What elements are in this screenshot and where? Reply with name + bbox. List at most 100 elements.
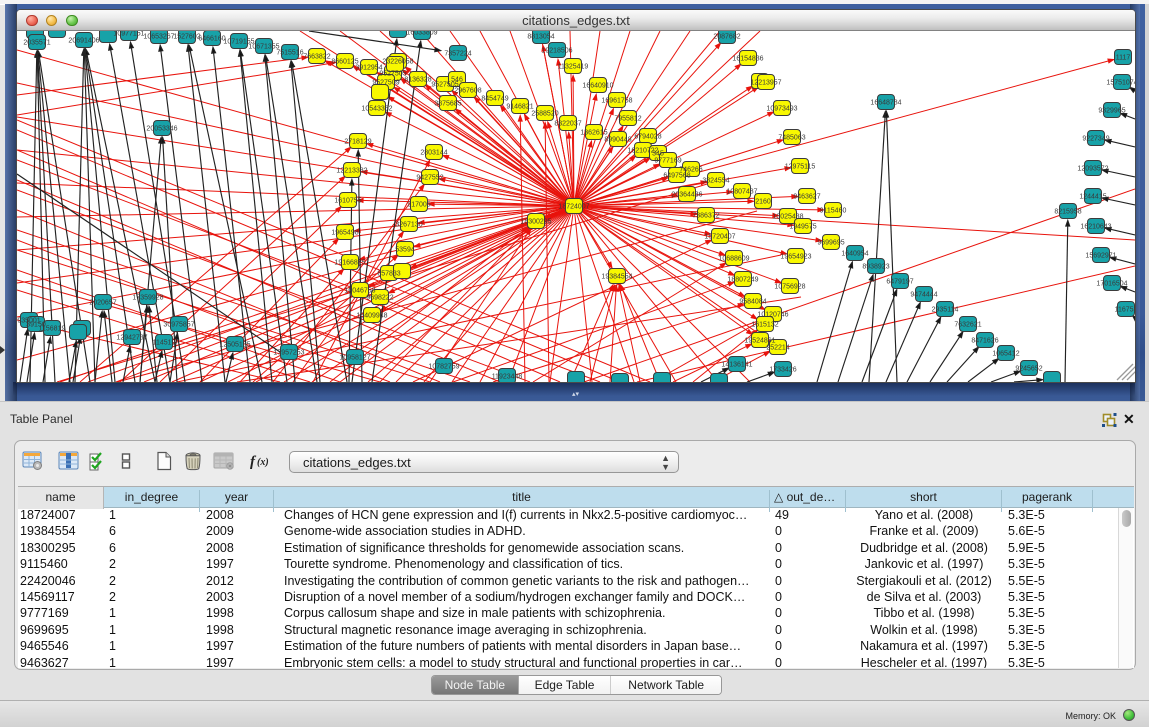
svg-text:12093572: 12093572 xyxy=(1077,166,1108,173)
svg-text:114519: 114519 xyxy=(153,340,176,347)
svg-text:14136141: 14136141 xyxy=(721,362,752,369)
svg-text:1065412: 1065412 xyxy=(992,351,1019,358)
svg-text:1362615: 1362615 xyxy=(580,130,607,137)
svg-text:252214: 252214 xyxy=(766,345,789,352)
svg-text:3267130: 3267130 xyxy=(395,222,422,229)
svg-text:7663822: 7663822 xyxy=(303,54,330,61)
svg-text:2087682: 2087682 xyxy=(713,34,740,41)
svg-text:17359928: 17359928 xyxy=(132,295,163,302)
svg-text:7955812: 7955812 xyxy=(614,116,641,123)
svg-text:16033809: 16033809 xyxy=(406,31,437,37)
svg-text:16409948: 16409948 xyxy=(356,313,387,320)
svg-text:(x): (x) xyxy=(257,457,269,468)
svg-text:12213382: 12213382 xyxy=(336,168,367,175)
svg-text:11923448: 11923448 xyxy=(492,374,523,381)
svg-text:1244415: 1244415 xyxy=(1079,194,1106,201)
svg-text:345: 345 xyxy=(652,151,664,158)
svg-text:917005: 917005 xyxy=(407,202,430,209)
svg-text:1733426: 1733426 xyxy=(769,367,796,374)
svg-text:7386372: 7386372 xyxy=(692,213,719,220)
svg-text:16640910: 16640910 xyxy=(582,83,613,90)
svg-text:30975857: 30975857 xyxy=(163,322,194,329)
svg-text:9146821: 9146821 xyxy=(506,104,533,111)
svg-text:19166825: 19166825 xyxy=(334,260,365,267)
svg-text:12213957: 12213957 xyxy=(750,80,781,87)
svg-text:6479197: 6479197 xyxy=(886,279,913,286)
svg-text:16154836: 16154836 xyxy=(732,56,763,63)
svg-text:16210643: 16210643 xyxy=(1080,224,1111,231)
svg-text:12505135: 12505135 xyxy=(219,342,250,349)
svg-text:10025438: 10025438 xyxy=(772,214,803,221)
svg-text:8215958: 8215958 xyxy=(1054,209,1081,216)
svg-text:12942737: 12942737 xyxy=(116,335,147,342)
svg-text:2803144: 2803144 xyxy=(420,150,447,157)
svg-text:7357224: 7357224 xyxy=(444,51,471,58)
svg-text:1156819: 1156819 xyxy=(39,326,66,333)
svg-text:6794028: 6794028 xyxy=(634,134,661,141)
svg-text:10958127: 10958127 xyxy=(339,355,370,362)
svg-text:19218506: 19218506 xyxy=(541,48,572,55)
svg-text:857833: 857833 xyxy=(377,271,400,278)
svg-text:2588520: 2588520 xyxy=(531,111,558,118)
svg-text:8471626: 8471626 xyxy=(971,338,998,345)
svg-text:10756928: 10756928 xyxy=(774,284,805,291)
svg-text:8813054: 8813054 xyxy=(527,34,554,41)
svg-text:9329965: 9329965 xyxy=(1098,108,1125,115)
svg-text:9527509: 9527509 xyxy=(372,80,399,87)
svg-text:20364436: 20364436 xyxy=(671,192,702,199)
svg-text:9227349: 9227349 xyxy=(1082,136,1109,143)
svg-text:7515516: 7515516 xyxy=(276,50,303,57)
svg-text:9699695: 9699695 xyxy=(817,240,844,247)
svg-text:8454749: 8454749 xyxy=(481,96,508,103)
svg-text:9527505: 9527505 xyxy=(379,71,406,78)
svg-text:116753: 116753 xyxy=(1115,307,1135,314)
svg-text:9777169: 9777169 xyxy=(654,158,681,165)
svg-text:9463627: 9463627 xyxy=(793,194,820,201)
svg-text:6497568: 6497568 xyxy=(663,173,690,180)
svg-text:6466160: 6466160 xyxy=(198,36,225,43)
svg-text:8136328: 8136328 xyxy=(404,77,431,84)
svg-text:1615132: 1615132 xyxy=(751,322,778,329)
svg-text:11325419: 11325419 xyxy=(558,64,589,71)
svg-text:8990448: 8990448 xyxy=(604,137,631,144)
svg-text:20053346: 20053346 xyxy=(146,126,177,133)
svg-text:18300295: 18300295 xyxy=(520,219,551,226)
svg-text:19654923: 19654923 xyxy=(780,254,811,261)
svg-text:10688609: 10688609 xyxy=(718,256,749,263)
svg-text:1117: 1117 xyxy=(1116,55,1131,62)
svg-text:10046758: 10046758 xyxy=(344,288,375,295)
svg-text:9474444: 9474444 xyxy=(910,292,937,299)
svg-text:2967608: 2967608 xyxy=(454,88,481,95)
svg-text:15720407: 15720407 xyxy=(704,234,735,241)
svg-text:9245652: 9245652 xyxy=(1015,366,1042,373)
svg-text:10671355: 10671355 xyxy=(248,44,279,51)
svg-text:9427552: 9427552 xyxy=(416,175,443,182)
svg-text:23226058: 23226058 xyxy=(382,59,413,66)
svg-text:16648784: 16648784 xyxy=(870,100,901,107)
svg-text:10807487: 10807487 xyxy=(726,189,757,196)
svg-text:1610755: 1610755 xyxy=(334,198,361,205)
svg-text:10782759: 10782759 xyxy=(428,364,459,371)
svg-text:8938923: 8938923 xyxy=(862,264,889,271)
svg-text:17957253: 17957253 xyxy=(273,350,304,357)
svg-text:2020657: 2020657 xyxy=(89,300,116,307)
svg-text:7632621: 7632621 xyxy=(954,322,981,329)
svg-text:2035571: 2035571 xyxy=(23,40,50,47)
svg-text:18724007: 18724007 xyxy=(558,204,589,211)
svg-text:10977151: 10977151 xyxy=(113,31,144,38)
svg-text:8322037: 8322037 xyxy=(554,121,581,128)
svg-text:1965498: 1965498 xyxy=(331,230,358,237)
svg-text:9584084: 9584084 xyxy=(739,299,766,306)
svg-text:3824554: 3824554 xyxy=(702,178,729,185)
svg-text:17016504: 17016504 xyxy=(1096,281,1127,288)
svg-text:15751074: 15751074 xyxy=(1106,80,1135,87)
svg-text:15692971: 15692971 xyxy=(1085,253,1116,260)
svg-text:20691406: 20691406 xyxy=(68,38,99,45)
svg-text:1949575: 1949575 xyxy=(789,224,816,231)
svg-text:2935114: 2935114 xyxy=(932,307,959,314)
svg-text:12975115: 12975115 xyxy=(785,164,816,171)
svg-text:10973493: 10973493 xyxy=(766,106,797,113)
svg-text:546: 546 xyxy=(451,77,463,84)
svg-text:7485063: 7485063 xyxy=(778,135,805,142)
svg-text:9115460: 9115460 xyxy=(820,208,847,215)
